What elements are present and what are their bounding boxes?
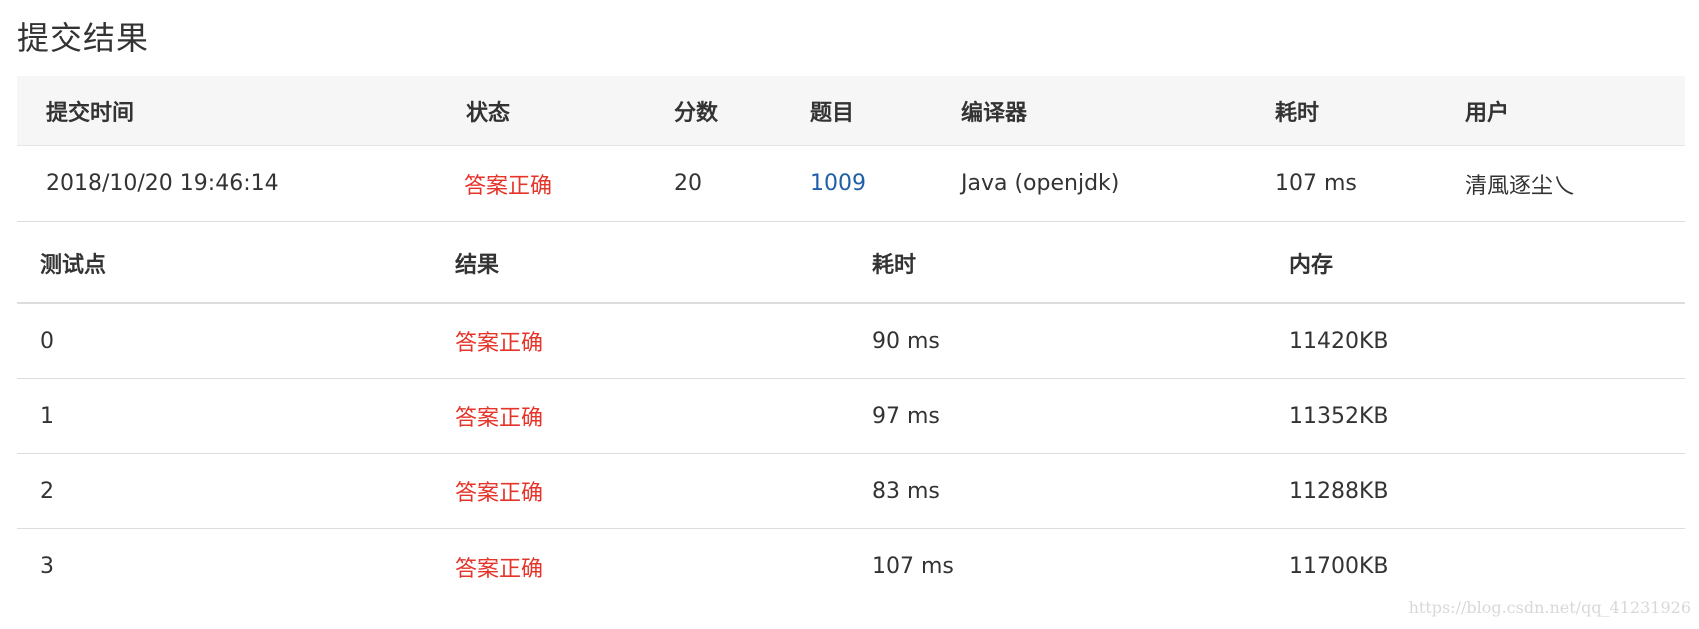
case-result: 答案正确 bbox=[455, 406, 544, 431]
header-memory: 内存 bbox=[1289, 252, 1334, 278]
test-case-row: 0 答案正确 90 ms 11420KB bbox=[17, 304, 1685, 379]
case-id: 2 bbox=[40, 478, 54, 504]
case-memory: 11420KB bbox=[1289, 328, 1389, 354]
header-case-id: 测试点 bbox=[40, 252, 107, 278]
case-result: 答案正确 bbox=[455, 481, 544, 506]
case-memory: 11352KB bbox=[1289, 403, 1389, 429]
header-elapsed: 耗时 bbox=[1275, 100, 1320, 126]
header-compiler: 编译器 bbox=[961, 100, 1028, 126]
submission-table: 提交时间 状态 分数 题目 编译器 耗时 用户 2018/10/20 19:46… bbox=[17, 76, 1685, 222]
case-memory: 11700KB bbox=[1289, 554, 1389, 579]
submission-status[interactable]: 答案正确 bbox=[464, 146, 552, 221]
header-status: 状态 bbox=[466, 100, 511, 126]
header-problem: 题目 bbox=[810, 100, 855, 126]
submission-row: 2018/10/20 19:46:14 答案正确 20 1009 Java (o… bbox=[17, 146, 1685, 222]
header-result: 结果 bbox=[455, 252, 500, 278]
test-case-row: 3 答案正确 107 ms 11700KB bbox=[17, 529, 1685, 604]
header-user: 用户 bbox=[1465, 100, 1510, 126]
header-case-time: 耗时 bbox=[872, 252, 917, 278]
test-case-header-row: 测试点 结果 耗时 内存 bbox=[17, 223, 1685, 304]
case-result: 答案正确 bbox=[455, 556, 544, 582]
test-case-row: 2 答案正确 83 ms 11288KB bbox=[17, 454, 1685, 529]
case-result: 答案正确 bbox=[455, 331, 544, 356]
submission-header-row: 提交时间 状态 分数 题目 编译器 耗时 用户 bbox=[17, 76, 1685, 146]
case-time: 83 ms bbox=[872, 478, 940, 504]
test-case-row: 1 答案正确 97 ms 11352KB bbox=[17, 379, 1685, 454]
test-case-table: 测试点 结果 耗时 内存 0 答案正确 90 ms 11420KB 1 答案正确… bbox=[17, 223, 1685, 604]
case-id: 1 bbox=[40, 403, 54, 429]
submission-user[interactable]: 清風逐尘乀 bbox=[1465, 146, 1575, 221]
problem-link[interactable]: 1009 bbox=[810, 146, 866, 221]
case-id: 3 bbox=[40, 554, 54, 579]
case-time: 97 ms bbox=[872, 403, 940, 429]
case-time: 90 ms bbox=[872, 328, 940, 354]
page-title: 提交结果 bbox=[17, 19, 150, 57]
case-id: 0 bbox=[40, 328, 54, 354]
submission-elapsed: 107 ms bbox=[1275, 171, 1357, 196]
submission-score: 20 bbox=[674, 171, 702, 196]
case-time: 107 ms bbox=[872, 554, 954, 579]
watermark: https://blog.csdn.net/qq_41231926 bbox=[1408, 598, 1691, 617]
header-submit-time: 提交时间 bbox=[46, 100, 135, 126]
case-memory: 11288KB bbox=[1289, 478, 1389, 504]
header-score: 分数 bbox=[674, 100, 719, 126]
compiler-name: Java (openjdk) bbox=[961, 171, 1120, 196]
submit-time: 2018/10/20 19:46:14 bbox=[46, 171, 279, 196]
